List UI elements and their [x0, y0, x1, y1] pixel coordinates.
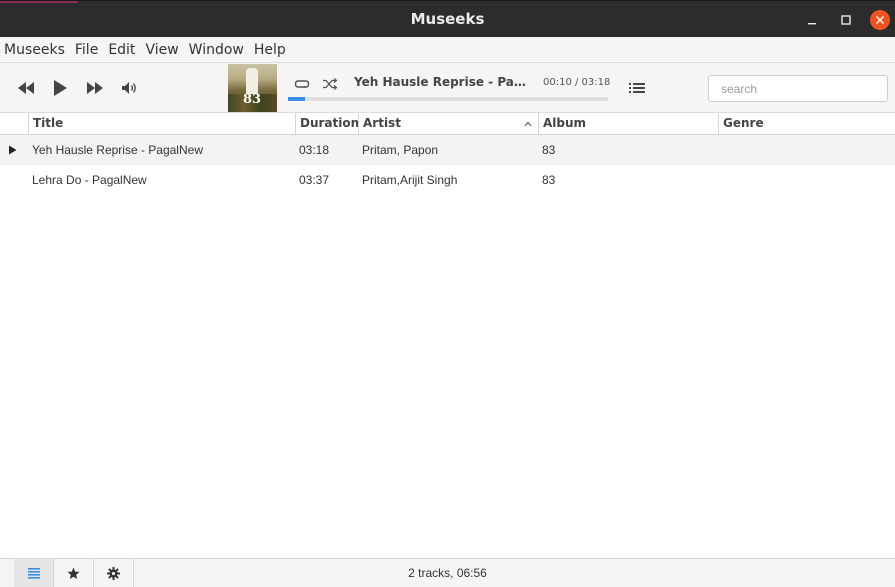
playlists-view-button[interactable]: [54, 559, 94, 587]
column-artist[interactable]: Artist: [358, 113, 538, 134]
previous-icon: [18, 82, 34, 94]
maximize-button[interactable]: [836, 10, 856, 30]
minimize-button[interactable]: [802, 10, 822, 30]
column-album[interactable]: Album: [538, 113, 718, 134]
menu-museeks[interactable]: Museeks: [0, 42, 69, 58]
progress-fill: [288, 97, 305, 101]
menu-help[interactable]: Help: [250, 42, 290, 58]
queue-button[interactable]: [628, 79, 646, 97]
now-playing-title: Yeh Hausle Reprise - PagalNew: [354, 75, 532, 89]
column-title[interactable]: Title: [28, 113, 296, 134]
cell-album: 83: [542, 173, 556, 187]
column-genre[interactable]: Genre: [718, 113, 895, 134]
star-icon: [67, 567, 80, 579]
table-header: Title Duration Artist Album Genre: [0, 113, 895, 135]
playing-indicator-icon: [8, 135, 17, 165]
sort-ascending-icon: [524, 121, 532, 127]
cell-album: 83: [542, 143, 556, 157]
repeat-icon: [294, 80, 310, 88]
maximize-icon: [841, 15, 851, 25]
column-artist-label: Artist: [363, 116, 401, 130]
gear-icon: [107, 566, 120, 580]
menu-bar: Museeks File Edit View Window Help: [0, 37, 895, 63]
library-view-button[interactable]: [14, 559, 54, 587]
cell-duration: 03:18: [299, 143, 330, 157]
cell-duration: 03:37: [299, 173, 330, 187]
menu-view[interactable]: View: [141, 42, 182, 58]
search-input[interactable]: [708, 75, 888, 102]
cover-text: 83: [243, 92, 262, 107]
column-duration[interactable]: Duration: [295, 113, 359, 134]
play-button[interactable]: [49, 77, 71, 99]
cell-artist: Pritam, Papon: [362, 143, 439, 157]
table-row[interactable]: Lehra Do - PagalNew 03:37 Pritam,Arijit …: [0, 165, 895, 195]
close-button[interactable]: [870, 10, 890, 30]
library-list-icon: [27, 568, 40, 579]
shuffle-icon: [323, 78, 338, 90]
close-icon: [876, 16, 884, 24]
list-icon: [629, 83, 645, 93]
footer-bar: 2 tracks, 06:56: [0, 558, 895, 587]
status-text: 2 tracks, 06:56: [408, 566, 487, 580]
player-header: 83 Yeh Hausle Reprise - PagalNew 00:10 /…: [0, 63, 895, 113]
next-button[interactable]: [84, 77, 106, 99]
album-cover: 83: [228, 64, 277, 112]
play-icon: [54, 80, 67, 96]
playback-time: 00:10 / 03:18: [543, 77, 611, 88]
cell-title: Lehra Do - PagalNew: [32, 173, 147, 187]
cell-artist: Pritam,Arijit Singh: [362, 173, 458, 187]
settings-view-button[interactable]: [94, 559, 134, 587]
volume-button[interactable]: [119, 77, 141, 99]
menu-window[interactable]: Window: [185, 42, 248, 58]
progress-bar[interactable]: [288, 97, 608, 101]
shuffle-button[interactable]: [319, 73, 341, 95]
repeat-button[interactable]: [291, 73, 313, 95]
table-row[interactable]: Yeh Hausle Reprise - PagalNew 03:18 Prit…: [0, 135, 895, 165]
next-icon: [87, 82, 103, 94]
menu-file[interactable]: File: [71, 42, 102, 58]
title-bar: Museeks: [0, 0, 895, 37]
window-title: Museeks: [410, 10, 485, 28]
volume-icon: [122, 82, 136, 94]
previous-button[interactable]: [15, 77, 37, 99]
menu-edit[interactable]: Edit: [104, 42, 139, 58]
cell-title: Yeh Hausle Reprise - PagalNew: [32, 143, 203, 157]
minimize-icon: [808, 23, 816, 25]
